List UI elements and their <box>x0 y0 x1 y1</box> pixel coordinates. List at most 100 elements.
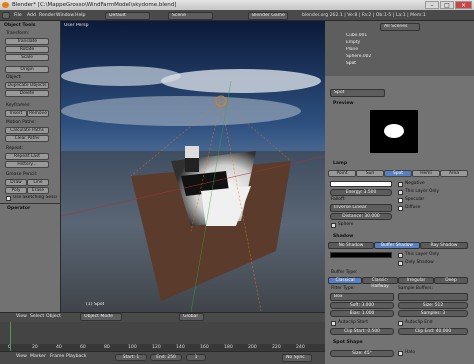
samples-field[interactable]: Samples: 3 <box>398 310 468 317</box>
tick-label: 100 <box>128 345 137 350</box>
operator-header[interactable]: Operator <box>7 205 30 212</box>
only-shadow-checkbox[interactable] <box>398 261 403 266</box>
sphere-checkbox[interactable] <box>331 223 336 228</box>
translate-button[interactable]: Translate <box>5 38 49 45</box>
autoclip-start-checkbox[interactable] <box>331 321 336 326</box>
clip-start-field[interactable]: Clip Start: 0.500 <box>330 328 394 335</box>
maximize-button[interactable]: □ <box>440 1 454 9</box>
shadow-this-layer-checkbox[interactable] <box>398 253 403 258</box>
menu-file[interactable]: File <box>14 12 22 20</box>
layout-select[interactable]: Default <box>105 12 150 20</box>
duplicate-objects-button[interactable]: Duplicate Objects <box>5 82 49 89</box>
autoclip-end-checkbox[interactable] <box>398 321 403 326</box>
close-button[interactable]: × <box>455 1 472 9</box>
shadow-type-none[interactable]: No Shadow <box>328 242 374 249</box>
falloff-select[interactable]: Inverse Linear <box>330 204 392 212</box>
lamp-type-area[interactable]: Area <box>440 170 468 177</box>
poly-button[interactable]: Poly <box>5 187 27 194</box>
rotate-button[interactable]: Rotate <box>5 46 49 53</box>
diffuse-checkbox[interactable] <box>398 206 403 211</box>
viewport-menu-select[interactable]: Select <box>30 313 44 321</box>
blender-logo-icon <box>2 2 9 8</box>
outliner-item-cube[interactable]: Cube.001 <box>346 33 367 39</box>
spot-size-field[interactable]: Size: 45° <box>330 350 394 357</box>
outliner-item-empty[interactable]: Empty <box>346 40 360 46</box>
draw-button[interactable]: Draw <box>5 179 27 186</box>
filter-type-select[interactable]: Box <box>330 293 394 301</box>
end-frame-field[interactable]: End: 250 <box>150 354 182 361</box>
sample-buffers-select[interactable] <box>398 293 468 301</box>
delete-button[interactable]: Delete <box>5 90 49 97</box>
specular-checkbox[interactable] <box>398 198 403 203</box>
use-sketching-checkbox[interactable] <box>6 196 11 201</box>
remove-keyframe-button[interactable]: Remove <box>27 110 49 117</box>
tick-label: 180 <box>224 345 233 350</box>
halo-checkbox[interactable] <box>398 351 403 356</box>
menu-add[interactable]: Add <box>27 12 36 20</box>
menu-help[interactable]: Help <box>75 12 85 20</box>
buffer-type-deep[interactable]: Deep <box>434 277 468 284</box>
lamp-header[interactable]: Lamp <box>333 160 347 167</box>
operator-panel <box>0 203 61 204</box>
insert-keyframe-button[interactable]: Insert <box>5 110 27 117</box>
mode-select[interactable]: Object Mode <box>80 313 122 321</box>
buffer-type-halfway[interactable]: Classic-Halfway <box>362 277 398 289</box>
lamp-preview <box>370 110 418 153</box>
preview-header[interactable]: Preview <box>333 100 354 107</box>
shadow-header[interactable]: Shadow <box>333 233 353 240</box>
minimize-button[interactable]: – <box>425 1 439 9</box>
menu-render[interactable]: Render <box>39 12 55 20</box>
render-engine-select[interactable]: Blender Game <box>248 12 288 20</box>
outliner-search[interactable]: All Scenes <box>380 23 420 31</box>
timeline-menu-frame[interactable]: Frame <box>50 353 64 361</box>
repeat-last-button[interactable]: Repeat Last <box>5 153 49 160</box>
lamp-color-swatch[interactable] <box>330 181 392 187</box>
shadow-color-swatch[interactable] <box>330 252 392 258</box>
buffer-type-irregular[interactable]: Irregular <box>398 277 434 284</box>
viewport-menu-view[interactable]: View <box>16 313 27 321</box>
menu-window[interactable]: Window <box>56 12 74 20</box>
current-frame-field[interactable]: 1 <box>186 354 206 361</box>
origin-button[interactable]: Origin <box>5 66 49 73</box>
playhead[interactable] <box>10 322 11 351</box>
calculate-paths-button[interactable]: Calculate Paths <box>5 127 49 134</box>
soft-field[interactable]: Soft: 3.000 <box>330 302 394 309</box>
size-field[interactable]: Size: 512 <box>398 302 468 309</box>
shadow-type-ray[interactable]: Ray Shadow <box>420 242 468 249</box>
lamp-type-sun[interactable]: Sun <box>356 170 384 177</box>
negative-checkbox[interactable] <box>398 182 403 187</box>
outliner-item-plane[interactable]: Plane <box>346 47 358 53</box>
line-button[interactable]: Line <box>27 179 49 186</box>
editor-type-icon[interactable] <box>2 12 10 19</box>
scene-select[interactable]: Scene <box>168 12 213 20</box>
buffer-type-classical[interactable]: Classical <box>328 277 362 284</box>
outliner-item-spot[interactable]: Spot <box>346 61 356 67</box>
outliner-item-sphere[interactable]: Sphere.002 <box>346 54 371 60</box>
object-tools-header[interactable]: Object Tools <box>4 22 36 29</box>
spot-shape-header[interactable]: Spot Shape <box>333 339 363 346</box>
clear-paths-button[interactable]: Clear Paths <box>5 135 49 142</box>
lamp-type-point[interactable]: Point <box>328 170 356 177</box>
object-name-field[interactable]: Spot <box>330 89 385 97</box>
distance-field[interactable]: Distance: 30.000 <box>330 213 392 220</box>
orientation-select[interactable]: Global <box>179 313 204 321</box>
shadow-type-buffer[interactable]: Buffer Shadow <box>374 242 420 249</box>
clip-end-field[interactable]: Clip End: 40.000 <box>398 328 468 335</box>
timeline-menu-playback[interactable]: Playback <box>66 353 87 361</box>
timeline-menu-view[interactable]: View <box>16 353 27 361</box>
tick-label: 80 <box>104 345 110 350</box>
viewport-menu-object[interactable]: Object <box>46 313 61 321</box>
timeline-menu-marker[interactable]: Marker <box>30 353 46 361</box>
scale-button[interactable]: Scale <box>5 54 49 61</box>
lamp-type-spot[interactable]: Spot <box>384 170 412 177</box>
history-button[interactable]: History... <box>5 161 49 168</box>
energy-field[interactable]: Energy: 3.500 <box>330 189 392 196</box>
3d-viewport[interactable] <box>61 21 325 312</box>
this-layer-only-checkbox[interactable] <box>398 190 403 195</box>
erase-button[interactable]: Erase <box>27 187 49 194</box>
lamp-type-hemi[interactable]: Hemi <box>412 170 440 177</box>
start-frame-field[interactable]: Start: 1 <box>115 354 147 361</box>
sync-select[interactable]: No Sync <box>282 354 312 362</box>
bias-field[interactable]: Bias: 1.000 <box>330 310 394 317</box>
specular-label: Specular <box>405 197 425 202</box>
